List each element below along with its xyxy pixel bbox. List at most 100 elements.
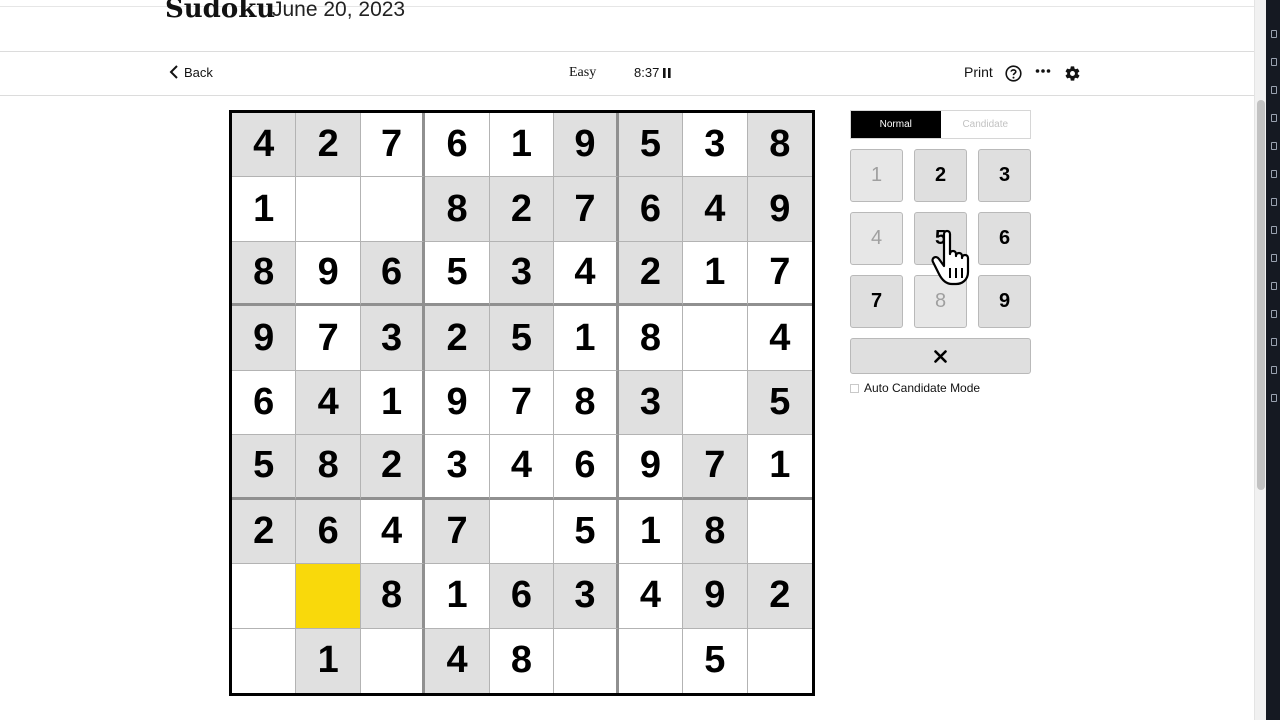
sudoku-cell[interactable] [618,628,684,693]
sudoku-cell[interactable]: 9 [554,113,619,178]
sudoku-cell[interactable]: 2 [489,177,555,242]
back-button[interactable]: Back [168,64,213,80]
mode-candidate-button[interactable]: Candidate [940,111,1030,138]
number-button-4[interactable]: 4 [850,212,903,265]
sudoku-cell[interactable]: 4 [489,435,555,500]
sudoku-cell[interactable]: 9 [232,306,297,371]
sudoku-cell[interactable] [554,628,619,693]
sudoku-cell[interactable]: 6 [618,177,684,242]
sudoku-cell[interactable]: 2 [425,306,490,371]
sudoku-cell[interactable] [296,177,361,242]
sudoku-cell[interactable] [683,306,748,371]
sudoku-cell[interactable]: 5 [489,306,555,371]
sudoku-cell[interactable]: 7 [425,499,490,565]
sudoku-cell[interactable]: 4 [683,177,748,242]
sudoku-cell[interactable] [683,370,748,436]
sudoku-cell[interactable] [360,628,426,693]
sudoku-cell[interactable]: 5 [232,435,297,500]
sudoku-cell[interactable]: 5 [554,499,619,565]
sudoku-cell[interactable]: 2 [747,564,812,629]
sudoku-cell[interactable]: 8 [747,113,812,178]
sudoku-cell[interactable]: 8 [360,564,426,629]
sudoku-cell[interactable]: 1 [747,435,812,500]
sudoku-cell[interactable]: 9 [747,177,812,242]
sudoku-cell[interactable]: 1 [425,564,490,629]
sudoku-cell[interactable]: 7 [360,113,426,178]
pause-icon[interactable] [663,67,671,78]
sudoku-cell[interactable]: 9 [296,241,361,307]
number-button-8[interactable]: 8 [914,275,967,328]
print-button[interactable]: Print [964,64,993,80]
number-button-2[interactable]: 2 [914,149,967,202]
sudoku-cell[interactable]: 4 [360,499,426,565]
sudoku-cell[interactable] [489,499,555,565]
help-icon[interactable] [1005,65,1022,82]
sudoku-cell[interactable]: 8 [489,628,555,693]
auto-candidate-checkbox[interactable] [850,383,859,393]
sudoku-cell[interactable]: 6 [425,113,490,178]
sudoku-cell[interactable]: 1 [683,241,748,307]
scrollbar-thumb[interactable] [1257,100,1265,490]
sudoku-cell[interactable]: 5 [683,628,748,693]
sudoku-cell[interactable]: 5 [618,113,684,178]
sudoku-cell[interactable]: 9 [425,370,490,436]
number-button-9[interactable]: 9 [978,275,1031,328]
sudoku-cell[interactable]: 9 [618,435,684,500]
gear-icon[interactable] [1064,65,1081,82]
sudoku-cell[interactable]: 4 [618,564,684,629]
sudoku-cell[interactable]: 8 [296,435,361,500]
sudoku-cell[interactable]: 3 [360,306,426,371]
sudoku-cell[interactable]: 8 [425,177,490,242]
sudoku-cell[interactable]: 4 [554,241,619,307]
sudoku-cell[interactable]: 1 [618,499,684,565]
sudoku-cell[interactable]: 6 [554,435,619,500]
sudoku-cell[interactable]: 4 [747,306,812,371]
sudoku-cell[interactable] [232,564,297,629]
sudoku-cell[interactable]: 8 [554,370,619,436]
sudoku-cell[interactable]: 7 [747,241,812,307]
sudoku-cell[interactable]: 5 [747,370,812,436]
erase-button[interactable] [850,338,1031,374]
sudoku-cell[interactable] [747,628,812,693]
sudoku-cell[interactable]: 3 [554,564,619,629]
sudoku-cell[interactable]: 7 [489,370,555,436]
sudoku-cell[interactable]: 1 [232,177,297,242]
number-button-1[interactable]: 1 [850,149,903,202]
sudoku-cell[interactable]: 4 [425,628,490,693]
sudoku-cell[interactable]: 1 [554,306,619,371]
sudoku-cell[interactable]: 2 [618,241,684,307]
more-options-icon[interactable] [1035,63,1051,79]
sudoku-cell[interactable]: 1 [296,628,361,693]
sudoku-cell[interactable]: 6 [360,241,426,307]
number-button-5[interactable]: 5 [914,212,967,265]
sudoku-cell[interactable] [232,628,297,693]
sudoku-cell[interactable]: 7 [296,306,361,371]
sudoku-cell[interactable]: 2 [360,435,426,500]
timer[interactable]: 8:37 [634,65,671,80]
sudoku-cell[interactable]: 3 [618,370,684,436]
sudoku-cell[interactable]: 8 [232,241,297,307]
sudoku-cell[interactable]: 9 [683,564,748,629]
sudoku-cell[interactable]: 8 [683,499,748,565]
sudoku-cell[interactable]: 5 [425,241,490,307]
number-button-7[interactable]: 7 [850,275,903,328]
sudoku-cell[interactable]: 4 [296,370,361,436]
sudoku-cell[interactable] [747,499,812,565]
sudoku-cell[interactable]: 3 [425,435,490,500]
sudoku-cell[interactable]: 7 [554,177,619,242]
sudoku-cell[interactable]: 2 [296,113,361,178]
sudoku-cell[interactable]: 6 [489,564,555,629]
sudoku-cell[interactable]: 3 [489,241,555,307]
sudoku-cell[interactable] [360,177,426,242]
sudoku-cell[interactable]: 7 [683,435,748,500]
vertical-scrollbar[interactable] [1254,0,1266,720]
sudoku-cell[interactable]: 3 [683,113,748,178]
sudoku-cell[interactable]: 4 [232,113,297,178]
number-button-3[interactable]: 3 [978,149,1031,202]
sudoku-cell[interactable]: 1 [360,370,426,436]
sudoku-cell[interactable]: 8 [618,306,684,371]
mode-normal-button[interactable]: Normal [851,111,941,138]
sudoku-cell[interactable] [296,564,361,629]
sudoku-cell[interactable]: 2 [232,499,297,565]
sudoku-cell[interactable]: 1 [489,113,555,178]
